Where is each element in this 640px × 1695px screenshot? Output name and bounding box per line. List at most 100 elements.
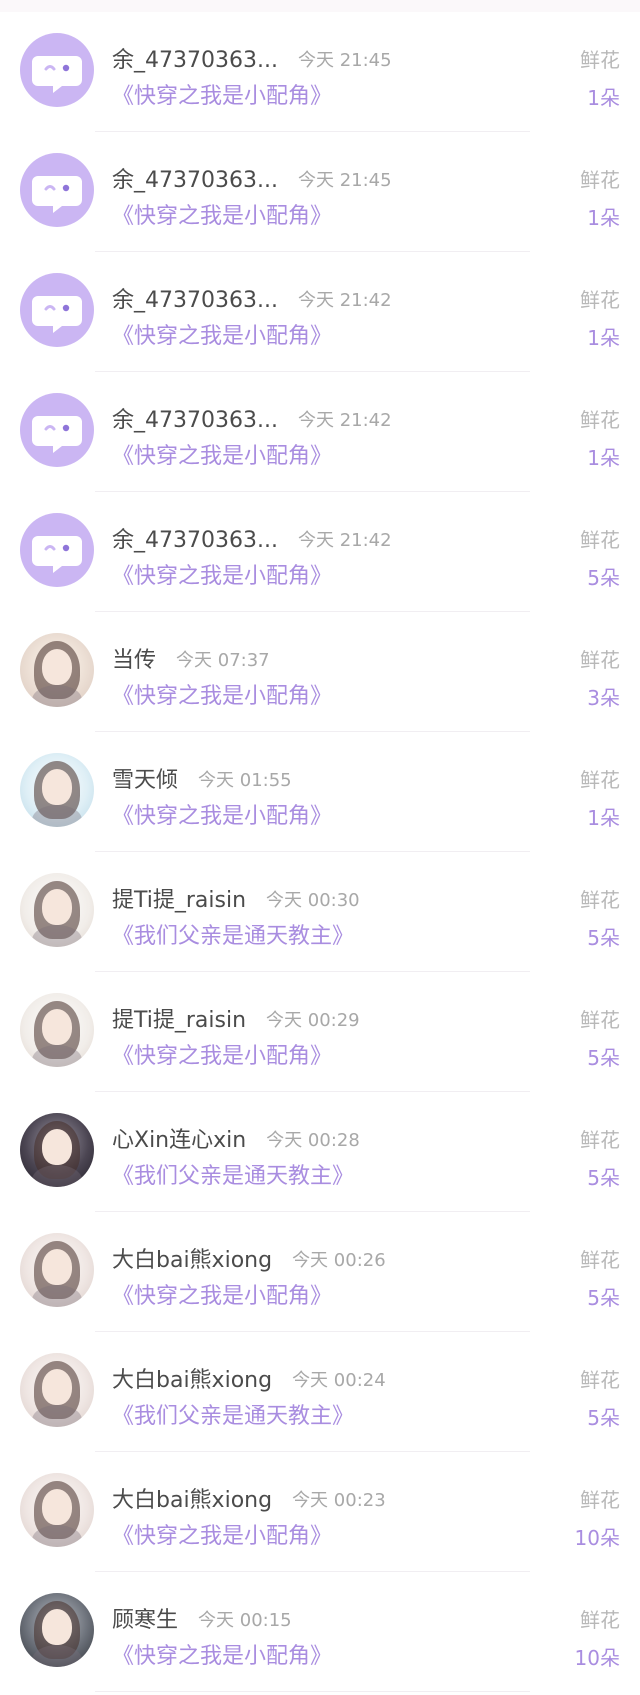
avatar[interactable] bbox=[20, 633, 94, 707]
user-name: 大白bai熊xiong 今天 00:26 bbox=[112, 1250, 386, 1272]
list-item[interactable]: 当传 今天 07:37 《快穿之我是小配角》 鲜花 3朵 bbox=[0, 612, 640, 732]
avatar-body bbox=[32, 1405, 82, 1427]
avatar-face bbox=[42, 1369, 72, 1405]
user-name: 大白bai熊xiong 今天 00:23 bbox=[112, 1490, 386, 1512]
list-item[interactable]: 心Xin连心xin 今天 00:28 《我们父亲是通天教主》 鲜花 5朵 bbox=[0, 1092, 640, 1212]
avatar[interactable] bbox=[20, 513, 94, 587]
user-name-text: 余_47370363... bbox=[112, 48, 278, 73]
list-item[interactable]: 提Ti提_raisin 今天 00:29 《快穿之我是小配角》 鲜花 5朵 bbox=[0, 972, 640, 1092]
gift-type: 鲜花 bbox=[580, 48, 620, 72]
avatar[interactable] bbox=[20, 393, 94, 467]
user-name: 雪天倾 今天 01:55 bbox=[112, 770, 292, 792]
user-name-text: 心Xin连心xin bbox=[112, 1128, 247, 1153]
avatar[interactable] bbox=[20, 1473, 94, 1547]
list-item[interactable]: 顾寒生 今天 00:15 《快穿之我是小配角》 鲜花 10朵 bbox=[0, 1572, 640, 1692]
gift-type: 鲜花 bbox=[580, 768, 620, 792]
book-title[interactable]: 《快穿之我是小配角》 bbox=[112, 1286, 332, 1308]
user-name: 余_47370363... 今天 21:42 bbox=[112, 290, 392, 312]
user-name-text: 大白bai熊xiong bbox=[112, 1248, 273, 1273]
avatar[interactable] bbox=[20, 993, 94, 1067]
list-item[interactable]: 余_47370363... 今天 21:42 《快穿之我是小配角》 鲜花 1朵 bbox=[0, 372, 640, 492]
gift-count: 5朵 bbox=[587, 566, 620, 590]
user-name-text: 余_47370363... bbox=[112, 408, 278, 433]
list-item[interactable]: 大白bai熊xiong 今天 00:26 《快穿之我是小配角》 鲜花 5朵 bbox=[0, 1212, 640, 1332]
gift-count: 1朵 bbox=[587, 206, 620, 230]
book-title[interactable]: 《快穿之我是小配角》 bbox=[112, 806, 332, 828]
gift-count: 10朵 bbox=[574, 1526, 620, 1550]
list-item[interactable]: 余_47370363... 今天 21:42 《快穿之我是小配角》 鲜花 1朵 bbox=[0, 252, 640, 372]
user-name: 提Ti提_raisin 今天 00:30 bbox=[112, 890, 360, 912]
list-item[interactable]: 雪天倾 今天 01:55 《快穿之我是小配角》 鲜花 1朵 bbox=[0, 732, 640, 852]
gift-count: 1朵 bbox=[587, 326, 620, 350]
avatar-body bbox=[32, 1285, 82, 1307]
avatar-body bbox=[32, 1045, 82, 1067]
avatar[interactable] bbox=[20, 1113, 94, 1187]
timestamp: 今天 00:15 bbox=[198, 1610, 292, 1631]
user-name-text: 提Ti提_raisin bbox=[112, 1008, 247, 1033]
timestamp: 今天 21:42 bbox=[297, 410, 392, 431]
book-title[interactable]: 《我们父亲是通天教主》 bbox=[112, 926, 354, 948]
avatar-face bbox=[42, 889, 72, 925]
avatar[interactable] bbox=[20, 873, 94, 947]
avatar-body bbox=[32, 805, 82, 827]
avatar-face bbox=[42, 1009, 72, 1045]
avatar-face bbox=[42, 1489, 72, 1525]
avatar-body bbox=[32, 685, 82, 707]
list-item[interactable]: 大白bai熊xiong 今天 00:23 《快穿之我是小配角》 鲜花 10朵 bbox=[0, 1452, 640, 1572]
list-item[interactable]: 余_47370363... 今天 21:45 《快穿之我是小配角》 鲜花 1朵 bbox=[0, 132, 640, 252]
book-title[interactable]: 《快穿之我是小配角》 bbox=[112, 86, 332, 108]
user-name-text: 余_47370363... bbox=[112, 288, 278, 313]
avatar[interactable] bbox=[20, 1233, 94, 1307]
user-name: 当传 今天 07:37 bbox=[112, 650, 270, 672]
avatar-body bbox=[32, 1525, 82, 1547]
timestamp: 今天 00:29 bbox=[266, 1010, 360, 1031]
timestamp: 今天 21:45 bbox=[297, 170, 392, 191]
book-title[interactable]: 《快穿之我是小配角》 bbox=[112, 206, 332, 228]
chat-bubble-face-icon bbox=[32, 176, 82, 213]
gift-type: 鲜花 bbox=[580, 288, 620, 312]
gift-count: 1朵 bbox=[587, 86, 620, 110]
book-title[interactable]: 《快穿之我是小配角》 bbox=[112, 326, 332, 348]
avatar[interactable] bbox=[20, 33, 94, 107]
book-title[interactable]: 《快穿之我是小配角》 bbox=[112, 566, 332, 588]
list-item[interactable]: 大白bai熊xiong 今天 00:24 《我们父亲是通天教主》 鲜花 5朵 bbox=[0, 1332, 640, 1452]
timestamp: 今天 00:24 bbox=[292, 1370, 386, 1391]
user-name-text: 顾寒生 bbox=[112, 1608, 179, 1633]
gift-count: 1朵 bbox=[587, 806, 620, 830]
book-title[interactable]: 《快穿之我是小配角》 bbox=[112, 686, 332, 708]
chat-bubble-face-icon bbox=[32, 416, 82, 453]
gift-count: 3朵 bbox=[587, 686, 620, 710]
avatar-face bbox=[42, 1129, 72, 1165]
list-item[interactable]: 余_47370363... 今天 21:42 《快穿之我是小配角》 鲜花 5朵 bbox=[0, 492, 640, 612]
timestamp: 今天 01:55 bbox=[198, 770, 292, 791]
avatar[interactable] bbox=[20, 1353, 94, 1427]
book-title[interactable]: 《快穿之我是小配角》 bbox=[112, 1526, 332, 1548]
gift-type: 鲜花 bbox=[580, 1608, 620, 1632]
gift-type: 鲜花 bbox=[580, 1008, 620, 1032]
avatar[interactable] bbox=[20, 153, 94, 227]
user-name: 余_47370363... 今天 21:45 bbox=[112, 50, 392, 72]
avatar-face bbox=[42, 1249, 72, 1285]
user-name: 大白bai熊xiong 今天 00:24 bbox=[112, 1370, 386, 1392]
book-title[interactable]: 《快穿之我是小配角》 bbox=[112, 446, 332, 468]
list-item[interactable]: 提Ti提_raisin 今天 00:30 《我们父亲是通天教主》 鲜花 5朵 bbox=[0, 852, 640, 972]
gift-count: 5朵 bbox=[587, 1286, 620, 1310]
book-title[interactable]: 《我们父亲是通天教主》 bbox=[112, 1406, 354, 1428]
avatar[interactable] bbox=[20, 753, 94, 827]
list-item[interactable]: 余_47370363... 今天 21:45 《快穿之我是小配角》 鲜花 1朵 bbox=[0, 12, 640, 132]
user-name-text: 大白bai熊xiong bbox=[112, 1368, 273, 1393]
user-name-text: 提Ti提_raisin bbox=[112, 888, 247, 913]
book-title[interactable]: 《快穿之我是小配角》 bbox=[112, 1646, 332, 1668]
avatar[interactable] bbox=[20, 1593, 94, 1667]
gift-type: 鲜花 bbox=[580, 168, 620, 192]
gift-type: 鲜花 bbox=[580, 1128, 620, 1152]
timestamp: 今天 21:42 bbox=[297, 290, 392, 311]
book-title[interactable]: 《我们父亲是通天教主》 bbox=[112, 1166, 354, 1188]
avatar-face bbox=[42, 1609, 72, 1645]
avatar[interactable] bbox=[20, 273, 94, 347]
avatar-body bbox=[32, 925, 82, 947]
gift-type: 鲜花 bbox=[580, 1248, 620, 1272]
timestamp: 今天 21:45 bbox=[297, 50, 392, 71]
book-title[interactable]: 《快穿之我是小配角》 bbox=[112, 1046, 332, 1068]
gift-count: 5朵 bbox=[587, 1046, 620, 1070]
